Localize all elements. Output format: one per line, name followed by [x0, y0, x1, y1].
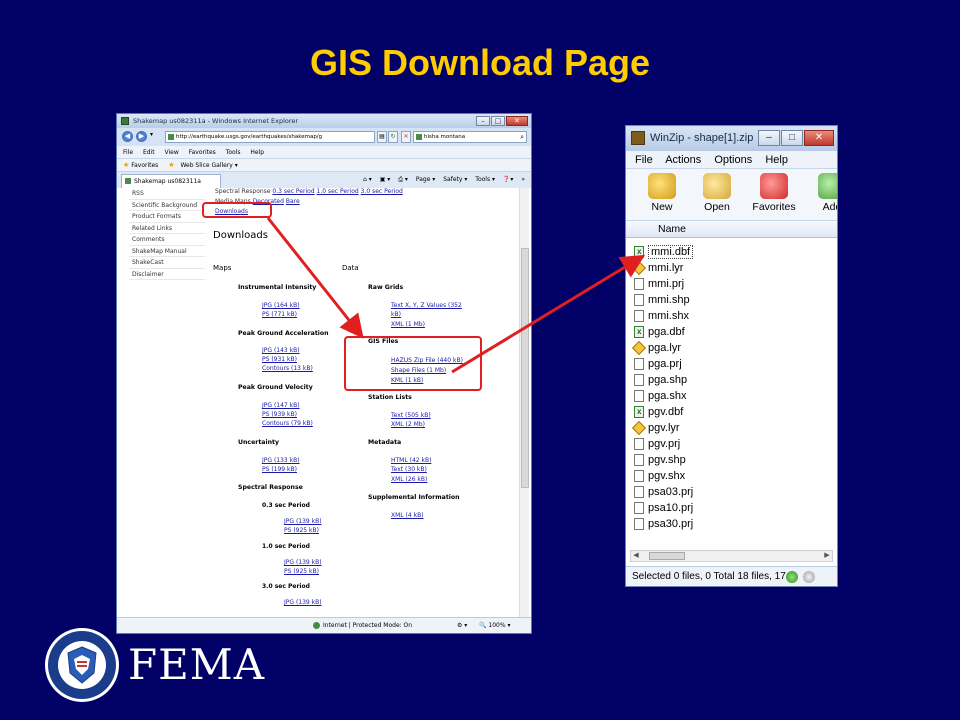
- dhs-seal-logo: [45, 628, 119, 702]
- annotation-arrows: [266, 217, 646, 374]
- fema-logo-text: FEMA: [128, 640, 266, 689]
- arrow-downloads-to-gis: [266, 217, 364, 339]
- arrow-gis-to-winzip: [451, 254, 646, 374]
